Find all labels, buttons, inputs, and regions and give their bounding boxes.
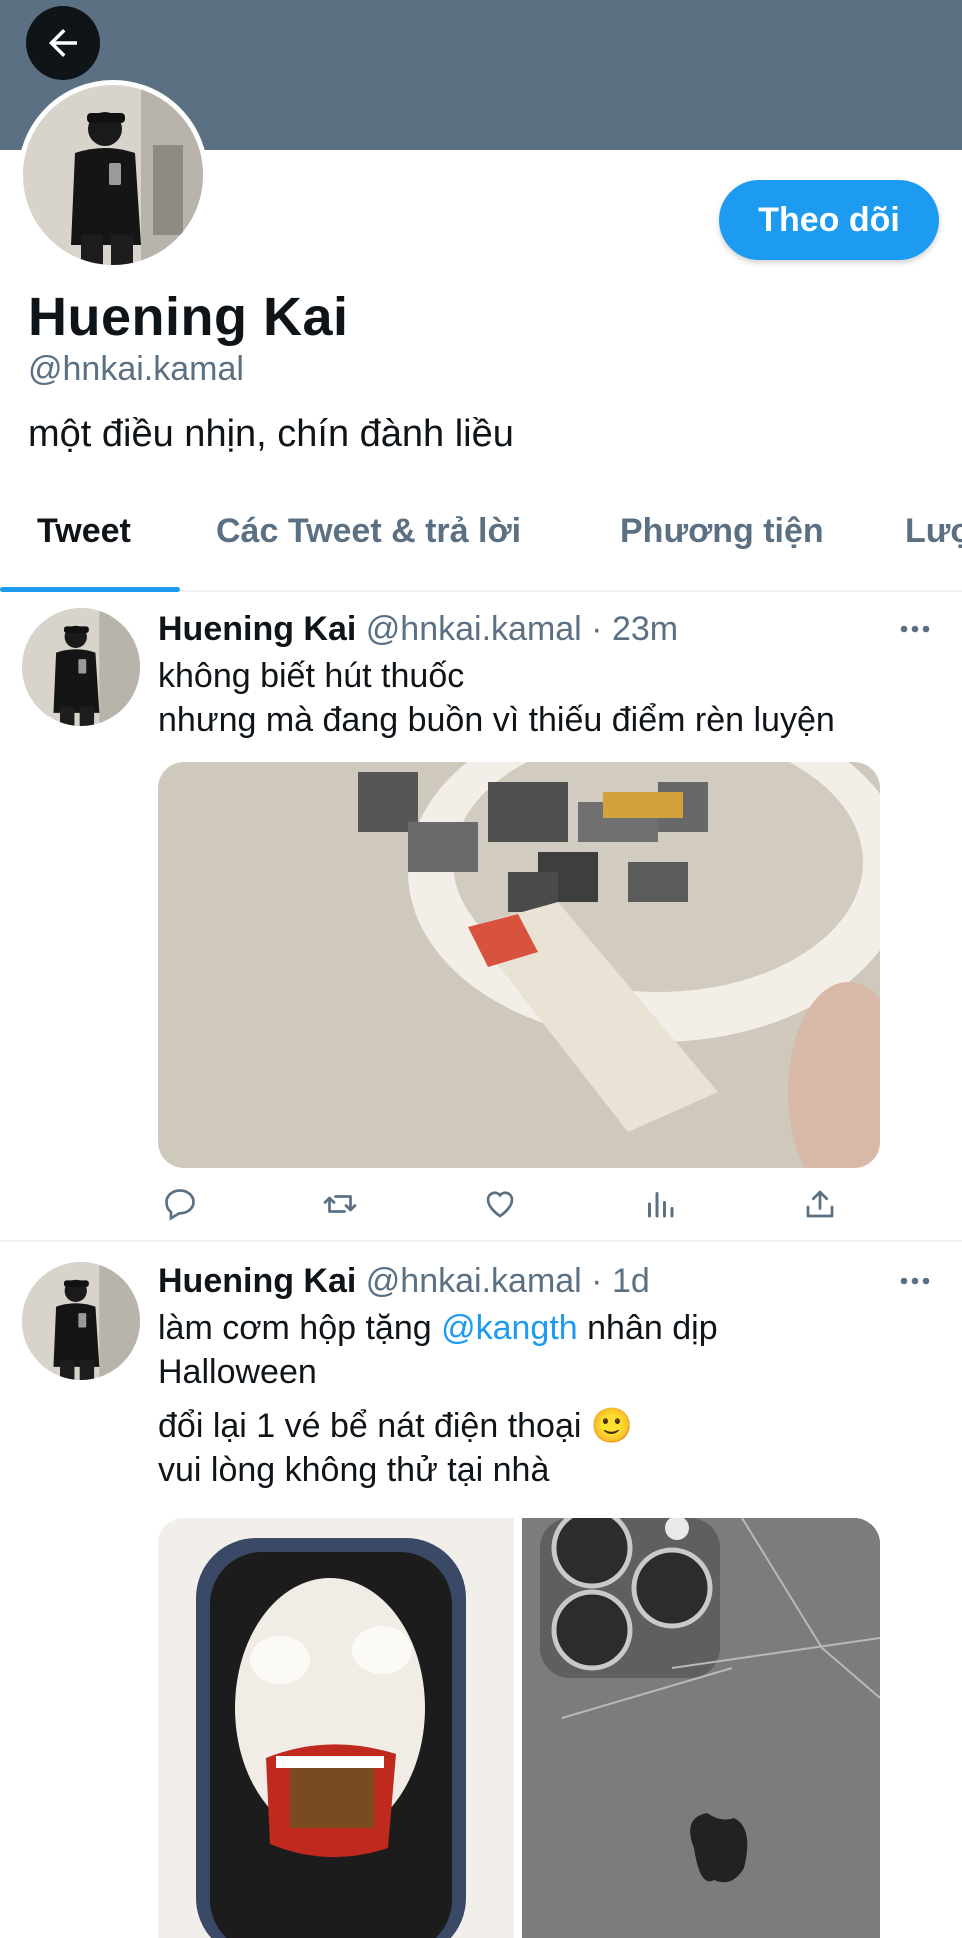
tweet-avatar[interactable] [22,608,140,726]
tweet-text-line: không biết hút thuốc [158,657,465,695]
tweet-media-image[interactable] [158,762,880,1168]
reply-icon[interactable] [158,1182,202,1226]
tab-likes[interactable]: Lượ [905,512,962,551]
tweet-text-line: đổi lại 1 vé bể nát điện thoại 🙂 [158,1407,634,1445]
heart-icon[interactable] [478,1182,522,1226]
profile-bio: một điều nhịn, chín đành liều [28,413,514,455]
avatar-photo [22,608,140,726]
tweet-text: làm cơm hộp tặng @kangth nhân dịp Hallow… [158,1306,718,1492]
tweet-media-image[interactable] [522,1518,880,1938]
tab-tweets[interactable]: Tweet [37,512,131,551]
tweet-header: Huening Kai @hnkai.kamal · 23m [158,610,678,649]
tweet[interactable]: Huening Kai @hnkai.kamal · 23m không biế… [0,592,962,1242]
lego-cigarette-photo [158,762,880,1168]
tweet-text-fragment: làm cơm hộp tặng [158,1309,442,1347]
profile-avatar[interactable] [18,80,208,270]
tweet-media-image[interactable] [158,1518,514,1938]
tweet-handle-time: @hnkai.kamal · 23m [365,610,679,648]
tweet-text: không biết hút thuốc nhưng mà đang buồn … [158,654,835,742]
avatar-photo [22,1262,140,1380]
tweet-handle-time: @hnkai.kamal · 1d [365,1262,650,1300]
cracked-phone-photo [522,1518,880,1938]
profile-tabs: Tweet Các Tweet & trả lời Phương tiện Lư… [0,480,962,592]
tab-media[interactable]: Phương tiện [620,512,824,551]
share-icon[interactable] [798,1182,842,1226]
halloween-bento-photo [158,1518,514,1938]
follow-button[interactable]: Theo dõi [719,180,939,260]
more-dots-icon[interactable] [890,614,940,644]
profile-name: Huening Kai [28,287,349,347]
views-chart-icon[interactable] [638,1182,682,1226]
back-button[interactable] [26,6,100,80]
tweet-text-fragment: nhân dịp [577,1309,718,1347]
tweet-author-name[interactable]: Huening Kai [158,610,356,648]
more-dots-icon[interactable] [890,1266,940,1296]
tweet-text-line: Halloween [158,1353,317,1391]
tweet[interactable]: Huening Kai @hnkai.kamal · 1d làm cơm hộ… [0,1242,962,1938]
tweet-text-line: làm cơm hộp tặng @kangth nhân dịp [158,1306,718,1350]
tweet-text-line: vui lòng không thử tại nhà [158,1451,550,1489]
tweet-avatar[interactable] [22,1262,140,1380]
tweet-text-line: nhưng mà đang buồn vì thiếu điểm rèn luy… [158,701,835,739]
tweet-author-name[interactable]: Huening Kai [158,1262,356,1300]
profile-handle: @hnkai.kamal [28,350,244,388]
retweet-icon[interactable] [318,1182,362,1226]
tweet-actions [158,1182,878,1232]
mention-link[interactable]: @kangth [441,1309,578,1347]
tab-tweets-replies[interactable]: Các Tweet & trả lời [216,512,521,551]
tweet-header: Huening Kai @hnkai.kamal · 1d [158,1262,650,1301]
arrow-left-icon [49,29,77,57]
avatar-photo [23,85,203,265]
